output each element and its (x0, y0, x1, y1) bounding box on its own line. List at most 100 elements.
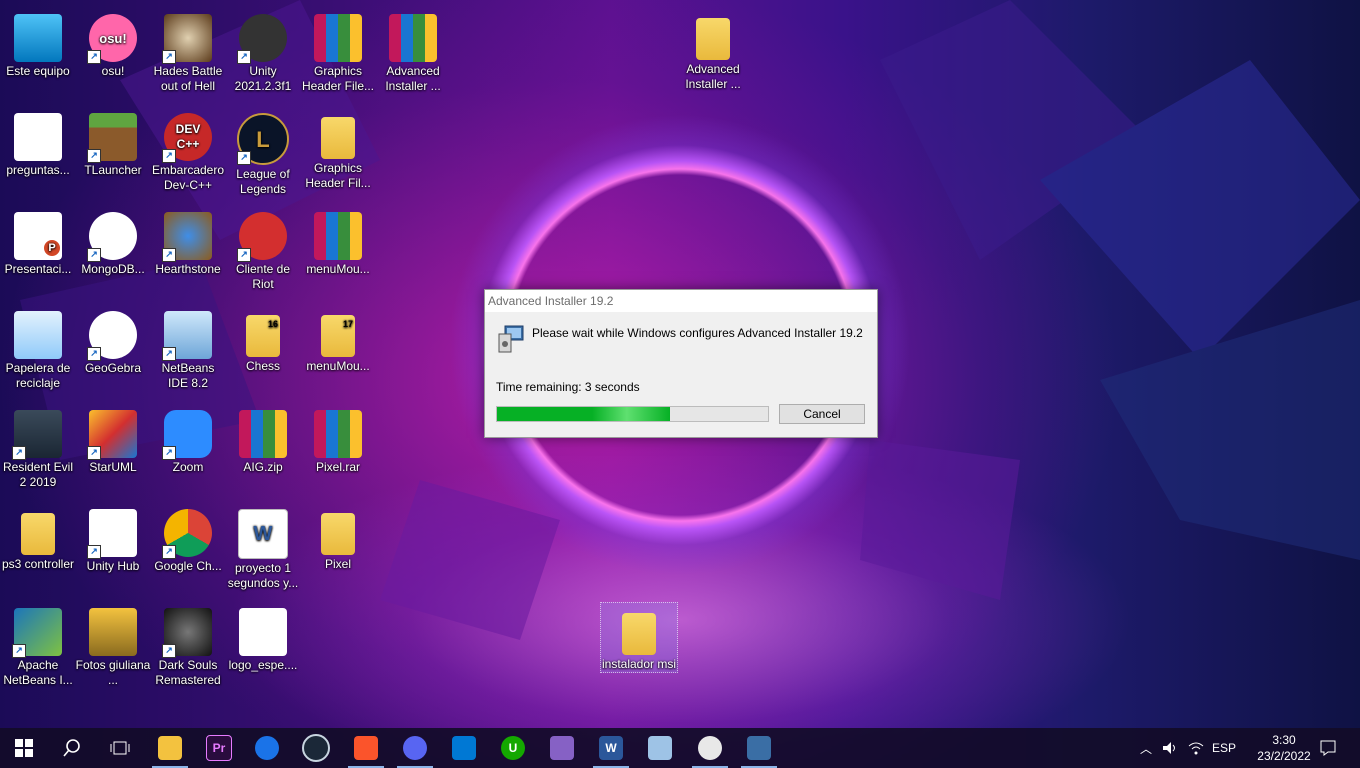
shortcut-arrow-icon: ↗ (162, 545, 176, 559)
desktop-icon-hearthstone[interactable]: ↗ Hearthstone (150, 206, 226, 277)
menumou-folder-icon: 17 (321, 315, 355, 357)
desktop-icon-instalador-msi[interactable]: instalador msi (600, 602, 678, 673)
desktop-icon-this-pc[interactable]: Este equipo (0, 8, 76, 79)
taskbar-app[interactable] (686, 728, 734, 768)
app-icon (698, 736, 722, 760)
desktop-icon-resident-evil[interactable]: ↗ Resident Evil 2 2019 (0, 404, 76, 490)
shortcut-arrow-icon: ↗ (237, 50, 251, 64)
taskbar-discord[interactable] (391, 728, 439, 768)
wifi-icon (1188, 742, 1204, 755)
osu-glyph: osu! (99, 30, 127, 46)
desktop-icon-netbeans-82[interactable]: ↗ NetBeans IDE 8.2 (150, 305, 226, 391)
desktop-icon-ps3-controller[interactable]: ps3 controller (0, 503, 76, 572)
desktop-icon-label: NetBeans IDE 8.2 (161, 361, 215, 390)
taskbar-notes[interactable] (636, 728, 684, 768)
desktop-icon-pixel-folder[interactable]: Pixel (300, 503, 376, 572)
presentacion-glyph: P (44, 240, 60, 256)
desktop-icon-label: Resident Evil 2 2019 (2, 460, 74, 489)
desktop-icon-dark-souls[interactable]: ↗ Dark Souls Remastered (150, 602, 226, 688)
taskbar-brave[interactable] (342, 728, 390, 768)
desktop-icon-apache-netbeans[interactable]: ↗ Apache NetBeans I... (0, 602, 76, 688)
desktop-icon-label: Unity Hub (86, 559, 140, 573)
cancel-button[interactable]: Cancel (779, 404, 865, 424)
shortcut-arrow-icon: ↗ (87, 347, 101, 361)
taskbar-brave-sync[interactable] (243, 728, 291, 768)
desktop-icon-recycle-bin[interactable]: Papelera de reciclaje (0, 305, 76, 391)
desktop-icon-google-chrome[interactable]: ↗ Google Ch... (150, 503, 226, 574)
task-view-button[interactable] (96, 728, 144, 768)
dialog-message: Please wait while Windows configures Adv… (532, 326, 863, 340)
desktop-icon-unity-2021[interactable]: ↗ Unity 2021.2.3f1 (225, 8, 301, 94)
desktop-icon-tlauncher[interactable]: ↗ TLauncher (75, 107, 151, 178)
desktop-icon-proyecto[interactable]: Wproyecto 1 segundos y... (225, 503, 301, 591)
desktop-icon-unity-hub[interactable]: ↗ Unity Hub (75, 503, 151, 574)
dark-souls-icon: ↗ (162, 608, 212, 658)
desktop-icon-advanced-installer-folder[interactable]: Advanced Installer ... (675, 8, 751, 92)
desktop-icon-zoom[interactable]: ↗ Zoom (150, 404, 226, 475)
clock[interactable]: 3:30 23/2/2022 (1248, 728, 1320, 768)
show-hidden-icons[interactable]: ︿ (1136, 728, 1156, 768)
desktop-icon-preguntas[interactable]: preguntas... (0, 107, 76, 178)
start-button[interactable] (0, 728, 48, 768)
mongodb-icon: ↗ (87, 212, 137, 262)
speaker-icon (1163, 742, 1175, 754)
desktop-icon-menumou-rar[interactable]: menuMou... (300, 206, 376, 277)
taskbar-file-explorer[interactable] (146, 728, 194, 768)
notifications-button[interactable] (1316, 728, 1340, 768)
volume-button[interactable] (1158, 728, 1182, 768)
taskbar-visual-studio[interactable] (538, 728, 586, 768)
desktop-icon-label: Chess (245, 359, 280, 373)
desktop-icon-label: TLauncher (84, 163, 142, 177)
desktop-icon-geogebra[interactable]: ↗ GeoGebra (75, 305, 151, 376)
desktop-icon-label: Pixel (324, 557, 351, 571)
desktop-icon-advanced-installer-rar[interactable]: Advanced Installer ... (375, 8, 451, 94)
task-view-icon (110, 741, 130, 755)
desktop-icon-label: Papelera de reciclaje (5, 361, 71, 390)
tlauncher-icon: ↗ (87, 113, 137, 163)
desktop-icon-label: Fotos giuliana ... (75, 658, 151, 687)
desktop-icon-mongodb[interactable]: ↗ MongoDB... (75, 206, 151, 277)
desktop-icon-staruml[interactable]: ↗ StarUML (75, 404, 151, 475)
vscode-icon (452, 736, 476, 760)
proyecto-icon: W (238, 509, 288, 559)
shortcut-arrow-icon: ↗ (87, 446, 101, 460)
desktop-icon-hades[interactable]: ↗ Hades Battle out of Hell (150, 8, 226, 94)
desktop-icon-menumou-folder[interactable]: 17 menuMou... (300, 305, 376, 374)
shortcut-arrow-icon: ↗ (87, 149, 101, 163)
network-button[interactable] (1184, 728, 1208, 768)
taskbar-premiere[interactable]: Pr (195, 728, 243, 768)
chevron-up-icon: ︿ (1139, 741, 1152, 756)
windows-icon (15, 739, 33, 757)
desktop-icon-label: Google Ch... (154, 559, 222, 573)
language-indicator[interactable]: ESP (1210, 728, 1238, 768)
taskbar-installer[interactable] (735, 728, 783, 768)
desktop-icon-graphics-header-folder[interactable]: Graphics Header Fil... (300, 107, 376, 191)
desktop-icon-label: MongoDB... (81, 262, 145, 276)
desktop-icon-label: Hearthstone (155, 262, 221, 276)
desktop-icon-label: instalador msi (601, 657, 677, 671)
taskbar-vscode[interactable] (440, 728, 488, 768)
taskbar-word[interactable]: W (587, 728, 635, 768)
google-chrome-icon: ↗ (162, 509, 212, 559)
desktop-icon-chess[interactable]: 16 Chess (225, 305, 301, 374)
desktop-icon-riot[interactable]: ↗ Cliente de Riot (225, 206, 301, 292)
desktop-icon-label: Dark Souls Remastered (155, 658, 221, 687)
desktop-icon-pixel-rar[interactable]: Pixel.rar (300, 404, 376, 475)
desktop-icon-label: GeoGebra (84, 361, 142, 375)
desktop-icon-graphics-header-rar[interactable]: Graphics Header File... (300, 8, 376, 94)
desktop-icon-devcpp[interactable]: DEV C++ ↗ Embarcadero Dev-C++ (150, 107, 226, 193)
desktop-icon-aig-zip[interactable]: AIG.zip (225, 404, 301, 475)
taskbar-upwork[interactable]: U (489, 728, 537, 768)
desktop-icon-league[interactable]: L ↗ League of Legends (225, 107, 301, 197)
desktop-icon-label: Presentaci... (4, 262, 72, 276)
shortcut-arrow-icon: ↗ (162, 248, 176, 262)
menumou-folder-glyph: 17 (342, 319, 353, 329)
desktop-icon-fotos[interactable]: Fotos giuliana ... (75, 602, 151, 688)
desktop-icon-osu[interactable]: osu! ↗ osu! (75, 8, 151, 79)
taskbar-steam[interactable] (292, 728, 340, 768)
shortcut-arrow-icon: ↗ (87, 545, 101, 559)
desktop-icon-logo-espe[interactable]: logo_espe.... (225, 602, 301, 673)
shortcut-arrow-icon: ↗ (162, 446, 176, 460)
desktop-icon-presentacion[interactable]: P Presentaci... (0, 206, 76, 277)
search-button[interactable] (48, 728, 96, 768)
